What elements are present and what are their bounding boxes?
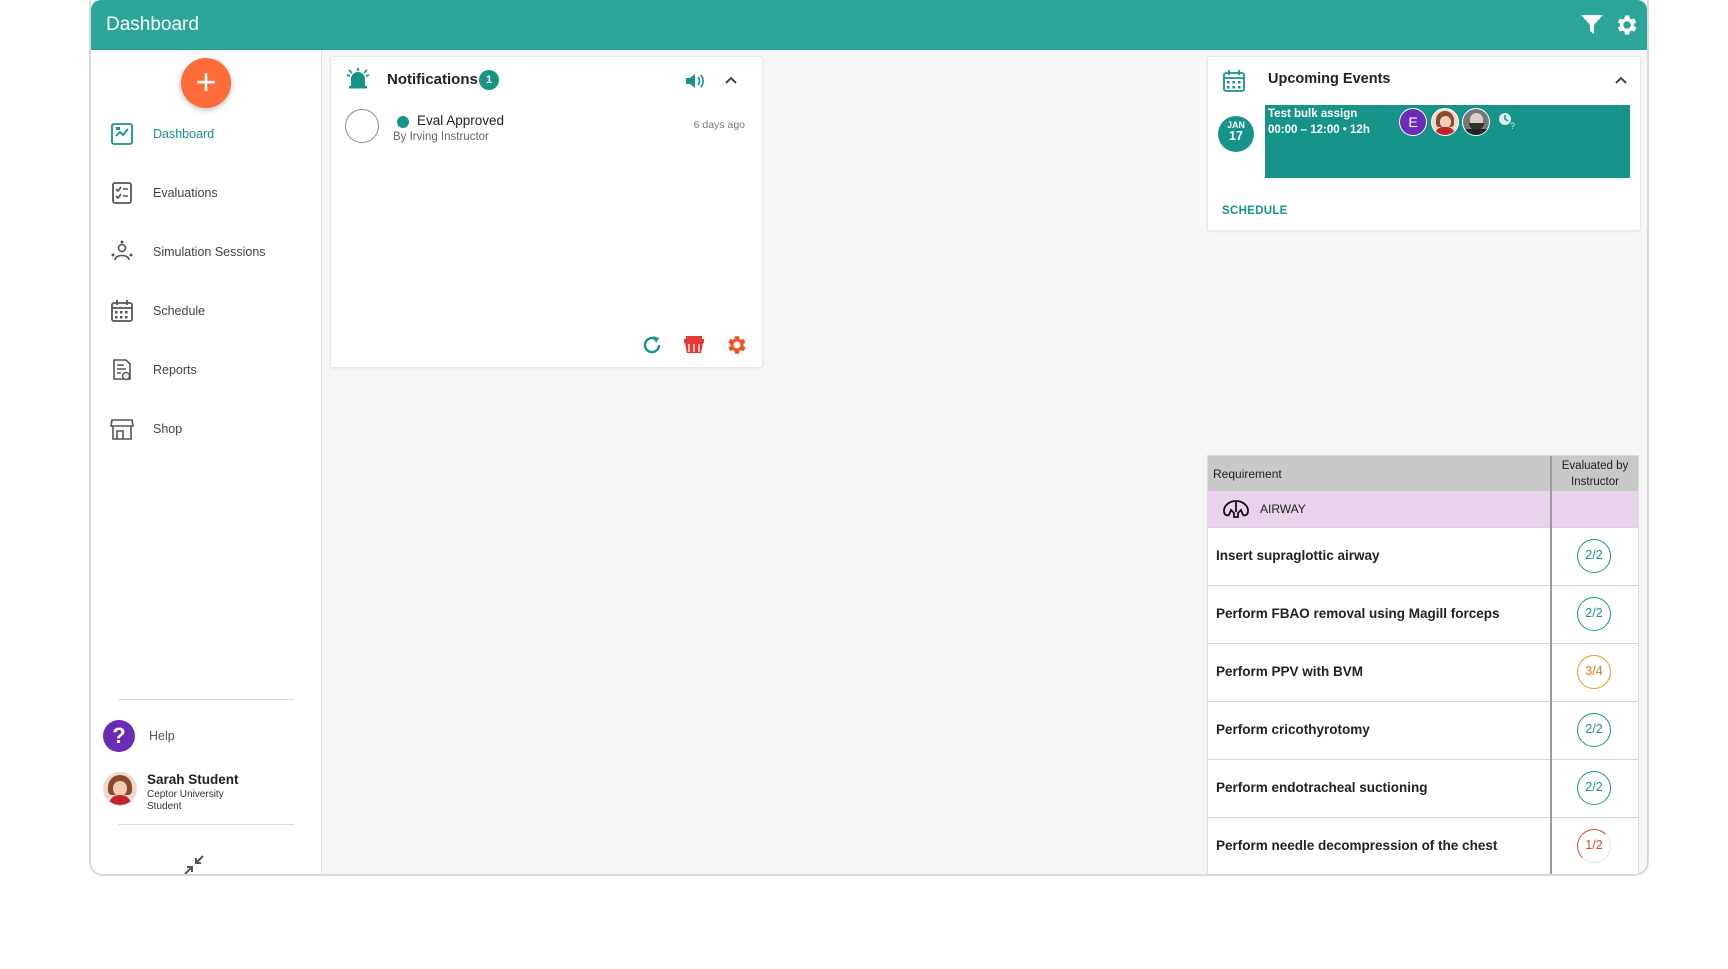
- notifications-title: Notifications: [387, 71, 478, 88]
- requirement-label: Perform cricothyrotomy: [1216, 722, 1370, 737]
- notifications-card: Notifications 1 Eval Approved By Irving …: [330, 56, 763, 368]
- sidebar-item-simulation-sessions[interactable]: Simulation Sessions: [109, 238, 309, 266]
- filter-icon[interactable]: [1579, 14, 1605, 36]
- shop-icon: [110, 419, 134, 440]
- category-label: AIRWAY: [1260, 502, 1306, 516]
- events-title: Upcoming Events: [1268, 71, 1391, 87]
- score-badge: 3/4: [1577, 655, 1611, 689]
- page-title: Dashboard: [106, 14, 199, 35]
- sidebar-item-label: Dashboard: [153, 127, 215, 141]
- sidebar: + Dashboard Evaluations Simulation Sessi…: [91, 50, 322, 876]
- dumpster-icon[interactable]: [682, 333, 706, 357]
- notification-title: Eval Approved: [417, 113, 505, 128]
- unread-dot: [397, 116, 409, 128]
- user-role: Student: [147, 801, 182, 812]
- table-row[interactable]: Perform endotracheal suctioning 2/2: [1208, 759, 1638, 817]
- chevron-up-icon[interactable]: [723, 72, 739, 88]
- requirement-label: Perform FBAO removal using Magill forcep…: [1216, 606, 1500, 621]
- speaker-icon[interactable]: [683, 70, 705, 92]
- score-badge: 1/2: [1577, 829, 1611, 863]
- sidebar-item-schedule[interactable]: Schedule: [109, 297, 309, 325]
- user-name: Sarah Student: [147, 772, 239, 787]
- notification-checkbox[interactable]: [345, 109, 379, 143]
- column-divider: [1550, 456, 1552, 874]
- sidebar-item-evaluations[interactable]: Evaluations: [109, 179, 309, 207]
- avatar: [1462, 108, 1490, 136]
- chevron-up-icon[interactable]: [1613, 72, 1629, 88]
- sidebar-item-label: Evaluations: [153, 186, 218, 200]
- evaluations-icon: [112, 182, 132, 204]
- upcoming-events-card: Upcoming Events JAN 17 Test bulk assign …: [1207, 56, 1641, 231]
- calendar-icon: [1223, 70, 1245, 92]
- gear-icon[interactable]: [1613, 12, 1639, 38]
- column-header-requirement: Requirement: [1213, 467, 1282, 481]
- table-row[interactable]: Perform FBAO removal using Magill forcep…: [1208, 585, 1638, 643]
- requirements-table: Requirement Evaluated by Instructor AIRW…: [1207, 455, 1639, 874]
- collapse-icon[interactable]: [183, 854, 205, 876]
- simulation-icon: [111, 240, 133, 261]
- score-badge: 2/2: [1577, 597, 1611, 631]
- event-block[interactable]: Test bulk assign 00:00 – 12:00 • 12h E ?: [1265, 105, 1630, 178]
- add-button[interactable]: +: [181, 58, 231, 108]
- table-row[interactable]: Perform needle decompression of the ches…: [1208, 817, 1638, 874]
- divider: [118, 699, 294, 700]
- sidebar-item-shop[interactable]: Shop: [109, 415, 309, 443]
- airway-icon: [1223, 500, 1249, 518]
- event-date-badge: JAN 17: [1218, 116, 1254, 152]
- app-window: Dashboard + Dashboard Evaluations Simula…: [89, 0, 1649, 876]
- avatar: E: [1399, 108, 1427, 136]
- divider: [118, 824, 294, 825]
- table-header: Requirement Evaluated by Instructor: [1208, 456, 1638, 491]
- category-row: AIRWAY: [1208, 491, 1638, 527]
- help-icon: ?: [103, 720, 135, 752]
- requirement-label: Insert supraglottic airway: [1216, 548, 1380, 563]
- svg-text:?: ?: [1510, 121, 1515, 131]
- score-badge: 2/2: [1577, 771, 1611, 805]
- event-time: 00:00 – 12:00 • 12h: [1268, 124, 1370, 136]
- help-label: Help: [149, 729, 175, 743]
- schedule-link[interactable]: SCHEDULE: [1222, 205, 1288, 217]
- user-profile[interactable]: Sarah Student Ceptor University Student: [103, 772, 239, 813]
- notification-actions: [640, 333, 748, 357]
- refresh-icon[interactable]: [640, 333, 664, 357]
- bell-icon: [346, 68, 370, 89]
- avatar: [103, 772, 137, 806]
- user-org: Ceptor University: [147, 789, 224, 800]
- notification-author: By Irving Instructor: [393, 131, 489, 143]
- score-badge: 2/2: [1577, 713, 1611, 747]
- top-bar: Dashboard: [91, 0, 1647, 50]
- calendar-icon: [111, 300, 133, 322]
- event-title: Test bulk assign: [1268, 108, 1358, 120]
- help-link[interactable]: ? Help: [103, 720, 175, 752]
- table-row[interactable]: Insert supraglottic airway 2/2: [1208, 527, 1638, 585]
- requirement-label: Perform PPV with BVM: [1216, 664, 1364, 679]
- settings-icon[interactable]: [724, 333, 748, 357]
- sidebar-item-label: Reports: [153, 363, 197, 377]
- reports-icon: [113, 359, 131, 381]
- table-row[interactable]: Perform PPV with BVM 3/4: [1208, 643, 1638, 701]
- score-badge: 2/2: [1577, 539, 1611, 573]
- sidebar-item-reports[interactable]: Reports: [109, 356, 309, 384]
- notification-time: 6 days ago: [693, 119, 745, 131]
- column-header-evaluated: Evaluated by Instructor: [1561, 460, 1629, 488]
- avatar: [1431, 108, 1459, 136]
- requirement-label: Perform endotracheal suctioning: [1216, 780, 1428, 795]
- clock-icon: ?: [1499, 113, 1515, 131]
- requirement-label: Perform needle decompression of the ches…: [1216, 838, 1498, 853]
- event-day: 17: [1229, 129, 1243, 143]
- sidebar-item-label: Shop: [153, 422, 183, 436]
- notification-item[interactable]: Eval Approved By Irving Instructor 6 day…: [345, 109, 745, 149]
- sidebar-item-label: Simulation Sessions: [153, 245, 266, 259]
- sidebar-item-dashboard[interactable]: Dashboard: [109, 120, 309, 148]
- table-row[interactable]: Perform cricothyrotomy 2/2: [1208, 701, 1638, 759]
- notification-count-badge: 1: [479, 70, 499, 90]
- sidebar-item-label: Schedule: [153, 304, 206, 318]
- dashboard-icon: [111, 123, 133, 145]
